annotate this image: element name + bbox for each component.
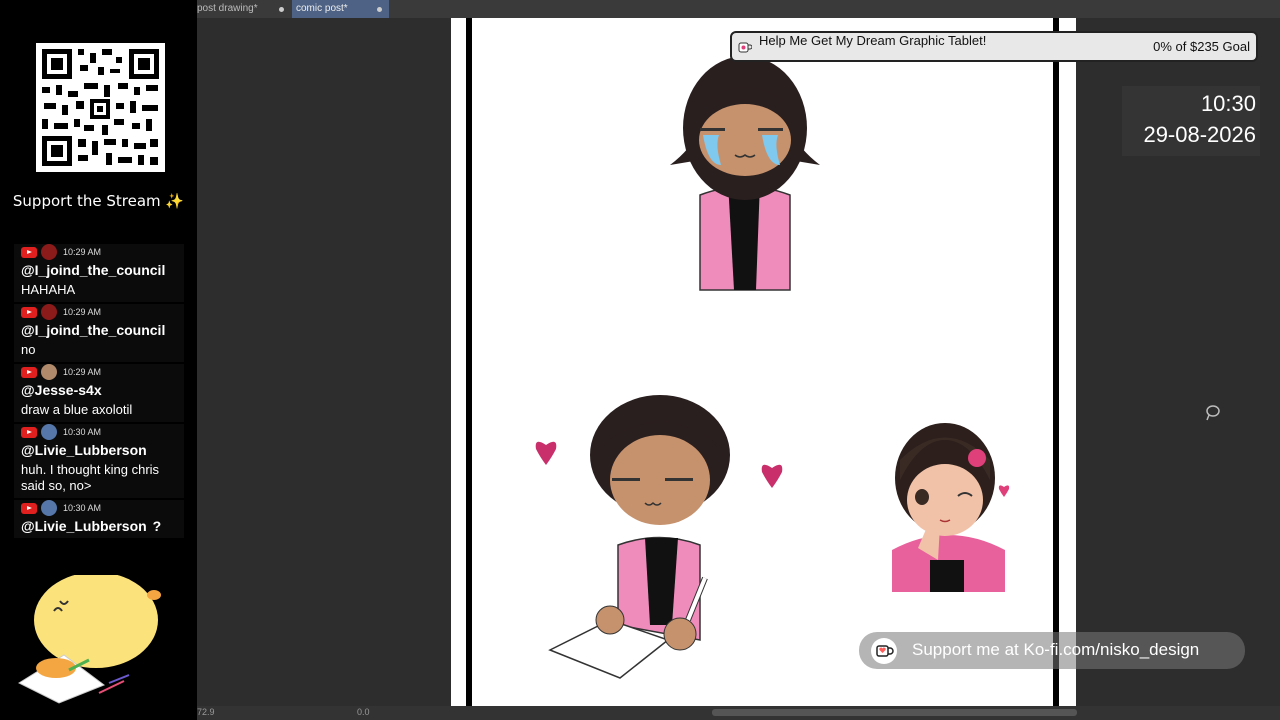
lasso-cursor-icon (1204, 404, 1222, 427)
rotation-angle[interactable]: 0.0 (357, 707, 370, 717)
kofi-banner[interactable]: Support me at Ko-fi.com/nisko_design (859, 632, 1245, 669)
clock-time: 10:30 (1200, 91, 1256, 116)
goal-title: Help Me Get My Dream Graphic Tablet! (759, 33, 987, 48)
status-bar: 72.9 0.0 (197, 706, 1280, 720)
writing-girl-drawing (535, 395, 783, 679)
clock-date: 29-08-2026 (1143, 122, 1256, 147)
crying-girl-drawing (670, 56, 820, 291)
artwork (535, 56, 1010, 679)
kofi-cup-icon (738, 41, 753, 59)
goal-amount: 0% of $235 Goal (1153, 39, 1250, 54)
donation-goal-bar: Help Me Get My Dream Graphic Tablet! 0% … (730, 31, 1258, 62)
clock-widget: 10:30 29-08-2026 (1122, 86, 1260, 156)
winking-girl-drawing (892, 423, 1010, 592)
kofi-link-text: Support me at Ko-fi.com/nisko_design (912, 640, 1200, 659)
horizontal-scrollbar[interactable] (712, 709, 1077, 716)
zoom-level[interactable]: 72.9 (197, 707, 215, 717)
kofi-cup-icon (871, 638, 897, 664)
